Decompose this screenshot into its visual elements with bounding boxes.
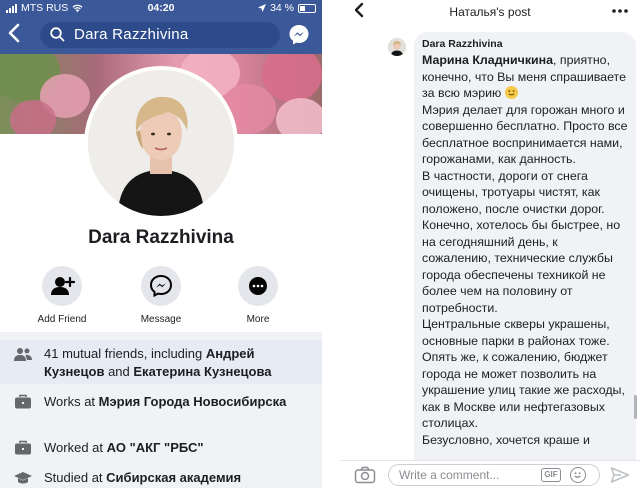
add-friend-button[interactable]: Add Friend	[22, 266, 102, 325]
work-row-past: Worked at АО "АКГ "РБС"	[0, 434, 322, 460]
more-circle	[238, 266, 278, 306]
work-current-employer[interactable]: Мэрия Города Новосибирска	[99, 394, 287, 409]
messenger-icon	[149, 274, 173, 298]
top-navigation-bar: Dara Razzhivina	[0, 16, 322, 54]
profile-screen: MTS RUS 04:20 34 % Dara Razzhivina Dara …	[0, 0, 322, 488]
briefcase-icon	[15, 394, 31, 409]
more-label: More	[246, 314, 270, 325]
search-query: Dara Razzhivina	[74, 26, 189, 43]
commenter-avatar-illustration	[388, 38, 406, 56]
add-friend-circle	[42, 266, 82, 306]
search-icon	[50, 27, 65, 42]
chevron-left-icon	[8, 23, 20, 43]
send-button[interactable]	[610, 466, 630, 484]
more-dots-icon	[249, 277, 267, 295]
post-comment-screen: Наталья's post Dara Razzhivina Марина Кл…	[340, 0, 640, 488]
comment-text-part2: Мэрия делает для горожан много и соверше…	[422, 102, 628, 167]
camera-icon	[354, 466, 376, 484]
search-field[interactable]: Dara Razzhivina	[40, 22, 280, 48]
comment-author[interactable]: Dara Razzhivina	[422, 38, 628, 50]
post-title: Наталья's post	[449, 5, 531, 19]
comment-text-part4: Центральные скверы украшены, основные па…	[422, 317, 625, 430]
profile-name: Dara Razzhivina	[88, 227, 234, 248]
battery-percent: 34 %	[270, 2, 294, 14]
work-row-current: Works at Мэрия Города Новосибирска	[0, 388, 322, 432]
work-current-prefix: Works at	[44, 394, 99, 409]
comment-composer: GIF	[340, 460, 640, 488]
education-row: Studied at Сибирская академия	[0, 464, 322, 488]
status-right: 34 %	[258, 2, 316, 14]
graduation-cap-icon	[14, 472, 32, 484]
message-circle	[141, 266, 181, 306]
comment-text-part5: Безусловно, хочется краше и	[422, 432, 590, 447]
add-friend-icon	[51, 276, 76, 295]
back-button[interactable]	[8, 23, 30, 47]
mentioned-user[interactable]: Марина Кладничкина	[422, 53, 553, 67]
comment-text-part3: В частности, дороги от снега очищены, тр…	[422, 168, 621, 315]
work-past-prefix: Worked at	[44, 440, 107, 455]
add-friend-label: Add Friend	[37, 314, 87, 325]
comment-input[interactable]	[388, 464, 600, 486]
commenter-avatar[interactable]	[388, 38, 406, 56]
mutual-friends-prefix: 41 mutual friends, including	[44, 346, 206, 361]
mutual-friends-icon	[14, 348, 32, 361]
more-options-button[interactable]	[610, 1, 630, 26]
profile-photo-illustration	[88, 70, 234, 216]
emoji-button[interactable]	[570, 467, 586, 483]
mutual-friends-row[interactable]: 41 mutual friends, including Андрей Кузн…	[0, 340, 322, 384]
gif-button[interactable]: GIF	[541, 468, 561, 482]
messenger-button[interactable]	[287, 23, 311, 47]
mutual-friends-and: and	[104, 364, 134, 379]
work-past-text: Worked at АО "АКГ "РБС"	[44, 439, 312, 457]
work-current-text: Works at Мэрия Города Новосибирска	[44, 393, 312, 411]
profile-picture[interactable]	[84, 66, 238, 220]
status-bar: MTS RUS 04:20 34 %	[0, 0, 322, 16]
education-text: Studied at Сибирская академия	[44, 469, 312, 487]
location-arrow-icon	[258, 4, 267, 12]
briefcase-icon	[15, 440, 31, 455]
send-arrow-icon	[610, 467, 630, 483]
comment-bubble: Dara Razzhivina Марина Кладничкина, прия…	[414, 32, 636, 462]
message-button[interactable]: Message	[121, 266, 201, 325]
comment-body: Марина Кладничкина, приятно, конечно, чт…	[422, 52, 628, 448]
camera-button[interactable]	[354, 466, 376, 484]
education-school[interactable]: Сибирская академия	[106, 470, 241, 485]
more-dots-icon	[612, 9, 628, 13]
battery-icon	[298, 3, 316, 13]
mutual-friend-link-2[interactable]: Екатерина Кузнецова	[133, 364, 271, 379]
work-past-employer[interactable]: АО "АКГ "РБС"	[107, 440, 204, 455]
mutual-friends-text: 41 mutual friends, including Андрей Кузн…	[44, 345, 312, 381]
post-header: Наталья's post	[340, 0, 640, 26]
education-prefix: Studied at	[44, 470, 107, 485]
more-button[interactable]: More	[218, 266, 298, 325]
message-label: Message	[140, 314, 182, 325]
scrollbar-thumb[interactable]	[634, 395, 637, 419]
messenger-icon	[289, 25, 309, 45]
emoji-face-icon	[574, 472, 581, 478]
smile-emoji-icon	[504, 86, 518, 99]
